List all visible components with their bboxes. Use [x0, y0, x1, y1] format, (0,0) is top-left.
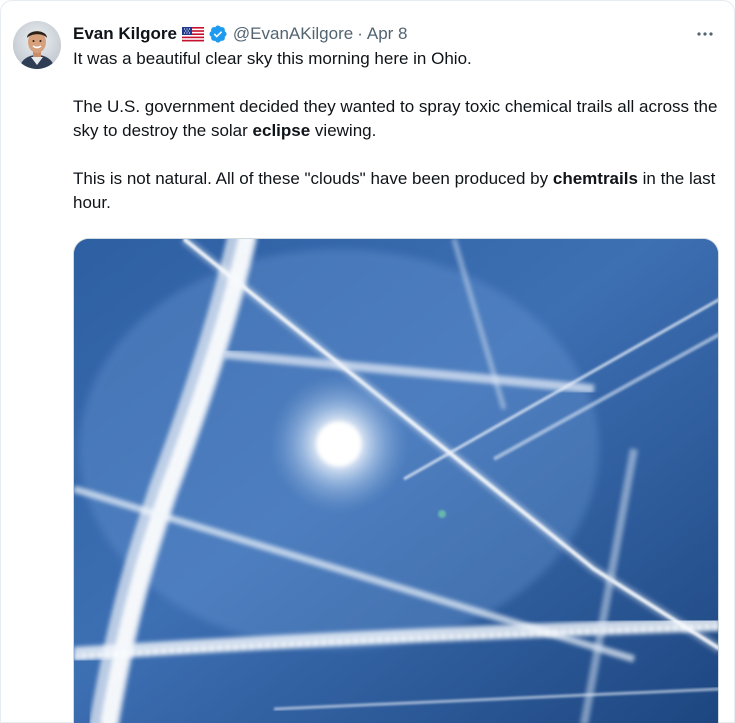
avatar-image [13, 21, 61, 69]
sky-photo-image [74, 239, 718, 723]
paragraph-3: This is not natural. All of these "cloud… [73, 167, 723, 215]
tweet-card[interactable]: Evan Kilgore @EvanAKilgore · Apr 8 It wa… [0, 0, 735, 723]
tweet-date[interactable]: Apr 8 [367, 24, 408, 44]
hashtag-chemtrails[interactable]: chemtrails [553, 169, 638, 188]
paragraph-2-text-end: viewing. [310, 121, 377, 140]
paragraph-1: It was a beautiful clear sky this mornin… [73, 49, 472, 68]
more-options-icon[interactable] [692, 21, 718, 47]
us-flag-icon [181, 26, 205, 42]
avatar[interactable] [13, 21, 61, 69]
author-name[interactable]: Evan Kilgore [73, 24, 177, 44]
author-handle[interactable]: @EvanAKilgore [233, 24, 353, 44]
paragraph-2-text-start: The U.S. government decided they wanted … [73, 97, 718, 140]
hashtag-eclipse[interactable]: eclipse [253, 121, 311, 140]
tweet-text: It was a beautiful clear sky this mornin… [73, 47, 723, 215]
separator-dot: · [357, 24, 363, 43]
paragraph-2: The U.S. government decided they wanted … [73, 95, 723, 143]
tweet-photo[interactable] [73, 238, 719, 723]
tweet-header: Evan Kilgore @EvanAKilgore · Apr 8 [73, 21, 720, 47]
paragraph-3-text-start: This is not natural. All of these "cloud… [73, 169, 553, 188]
verified-badge-icon[interactable] [208, 24, 228, 44]
